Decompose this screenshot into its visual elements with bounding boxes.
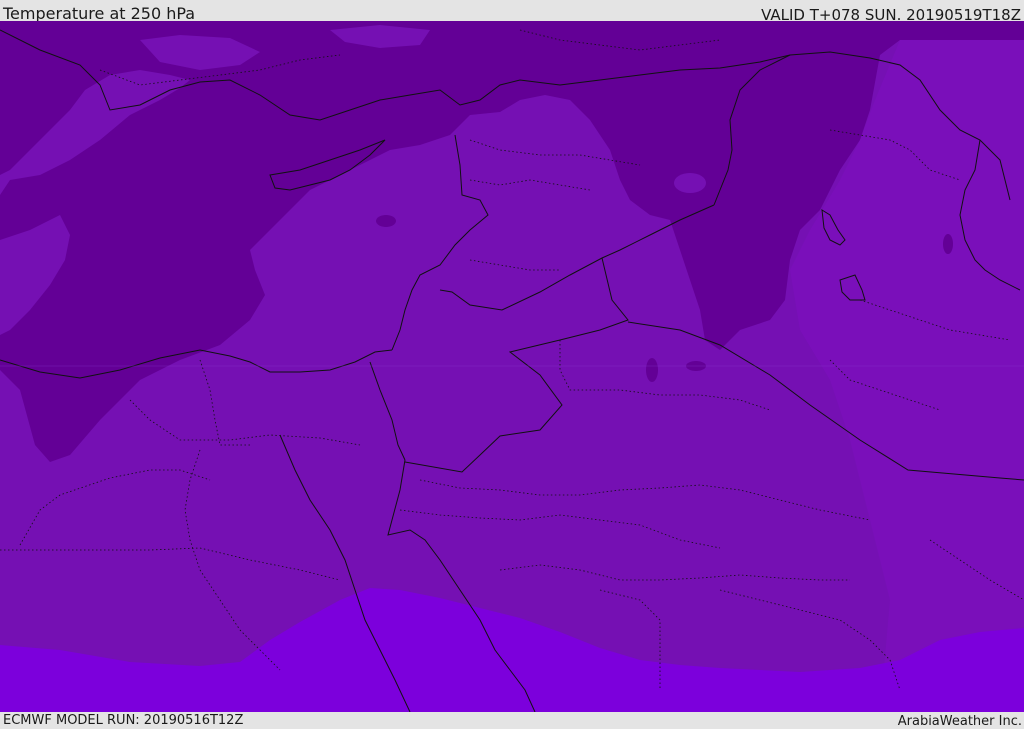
footer-bar: ECMWF MODEL RUN: 20190516T12Z ArabiaWeat…: [0, 712, 1024, 729]
model-run-label: ECMWF MODEL RUN: 20190516T12Z: [3, 713, 244, 728]
header-bar: Temperature at 250 hPa VALID T+078 SUN. …: [0, 0, 1024, 24]
page: Temperature at 250 hPa VALID T+078 SUN. …: [0, 0, 1024, 729]
temp-patch-1: [376, 215, 396, 227]
temperature-map: [0, 21, 1024, 712]
temp-patch-2: [674, 173, 706, 193]
temp-patch-5: [943, 234, 953, 254]
map-canvas: [0, 21, 1024, 712]
temp-patch-3: [646, 358, 658, 382]
credit-label: ArabiaWeather Inc.: [897, 714, 1022, 729]
